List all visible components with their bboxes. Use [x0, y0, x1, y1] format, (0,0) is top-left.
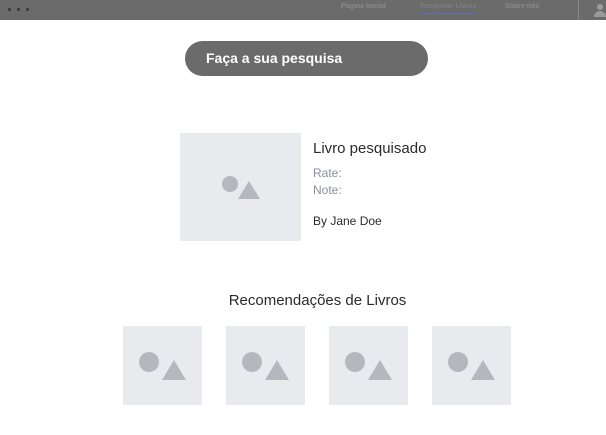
dot — [17, 8, 20, 11]
book-note-label: Note: — [313, 183, 342, 197]
user-icon-body — [594, 11, 606, 17]
image-placeholder-icon — [242, 352, 289, 380]
user-icon-head — [597, 4, 603, 10]
book-rate-label: Rate: — [313, 166, 342, 180]
book-cover-image — [180, 133, 301, 241]
dot — [8, 8, 11, 11]
search-button[interactable]: Faça a sua pesquisa — [185, 41, 428, 76]
image-placeholder-icon — [345, 352, 392, 380]
nav-link-about[interactable]: Sobre nós — [505, 3, 539, 10]
nav-link-home[interactable]: Página Inicial — [341, 3, 386, 10]
book-title: Livro pesquisado — [313, 140, 427, 157]
user-icon[interactable] — [594, 3, 606, 17]
image-placeholder-icon — [139, 352, 186, 380]
recommendations-title: Recomendações de Livros — [228, 292, 407, 309]
nav-divider — [578, 0, 579, 20]
recommendation-item[interactable] — [226, 326, 305, 405]
recommendation-item[interactable] — [123, 326, 202, 405]
image-placeholder-icon — [222, 176, 260, 199]
recommendation-item[interactable] — [329, 326, 408, 405]
top-nav-bar: Página Inicial Pesquisar Livros Sobre nó… — [0, 0, 606, 20]
recommendation-item[interactable] — [432, 326, 511, 405]
dot — [26, 8, 29, 11]
image-placeholder-icon — [448, 352, 495, 380]
more-dots-icon[interactable] — [8, 8, 29, 11]
book-author: By Jane Doe — [313, 214, 382, 228]
nav-link-search-books[interactable]: Pesquisar Livros — [420, 3, 477, 14]
